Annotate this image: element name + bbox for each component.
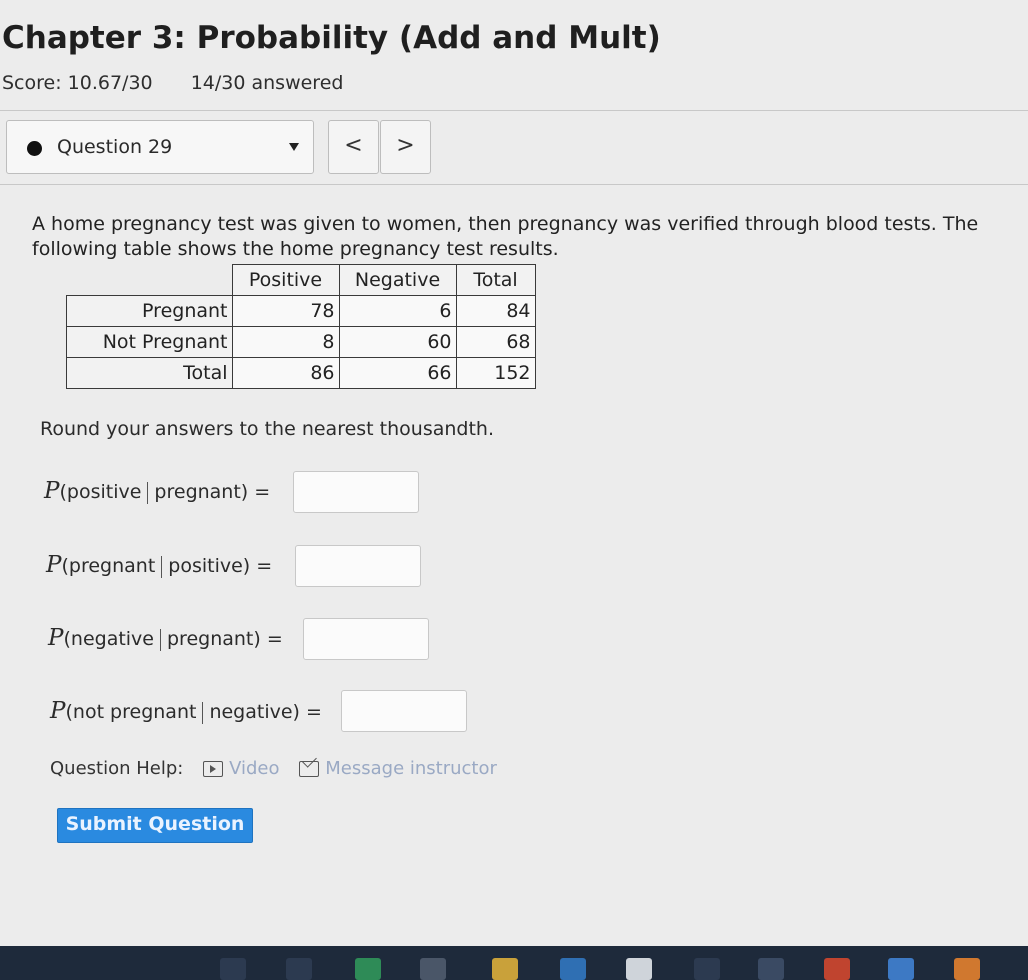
video-icon bbox=[203, 761, 224, 777]
prob-symbol: P bbox=[48, 625, 64, 651]
question-help: Question Help: Video Message instructor bbox=[50, 758, 497, 779]
prob-condition: pregnant) = bbox=[167, 628, 283, 650]
amazon-icon[interactable] bbox=[626, 958, 652, 980]
table-corner bbox=[66, 264, 233, 296]
chrome-icon[interactable] bbox=[355, 958, 381, 980]
video-link[interactable]: Video bbox=[229, 758, 279, 779]
given-bar bbox=[161, 555, 163, 578]
table-row: Total 86 66 152 bbox=[66, 357, 536, 389]
column-header: Total bbox=[455, 264, 536, 296]
given-bar bbox=[147, 481, 149, 504]
prob-symbol: P bbox=[46, 552, 62, 578]
prob-label-3: P(negative pregnant) = bbox=[48, 625, 283, 651]
prob-condition: positive) = bbox=[168, 555, 273, 577]
table-row: Not Pregnant 8 60 68 bbox=[66, 326, 536, 358]
dropbox-icon[interactable] bbox=[758, 958, 784, 980]
table-cell: 84 bbox=[455, 295, 536, 327]
prob-event: (pregnant bbox=[61, 555, 156, 577]
chrome-dev-icon[interactable] bbox=[954, 958, 980, 980]
answered-count: 14/30 answered bbox=[190, 72, 344, 94]
mail-icon[interactable] bbox=[560, 958, 586, 980]
score-text: Score: 10.67/30 bbox=[2, 72, 153, 94]
column-header: Positive bbox=[231, 264, 340, 296]
message-instructor-link[interactable]: Message instructor bbox=[325, 758, 497, 779]
submit-question-button[interactable]: Submit Question bbox=[57, 808, 253, 843]
mail-icon bbox=[299, 761, 320, 777]
page-title: Chapter 3: Probability (Add and Mult) bbox=[2, 20, 661, 56]
prob-condition: pregnant) = bbox=[154, 481, 271, 503]
help-label: Question Help: bbox=[50, 758, 184, 779]
column-header: Negative bbox=[338, 264, 457, 296]
row-label: Not Pregnant bbox=[66, 326, 233, 358]
prob-label-2: P(pregnant positive) = bbox=[46, 552, 272, 578]
next-question-button[interactable]: > bbox=[380, 120, 431, 174]
prob-event: (negative bbox=[63, 628, 154, 650]
given-bar bbox=[202, 701, 204, 724]
table-cell: 68 bbox=[455, 326, 536, 358]
previous-question-button[interactable]: < bbox=[328, 120, 379, 174]
results-table: Positive Negative Total Pregnant 78 6 84… bbox=[66, 264, 536, 389]
task-view-icon[interactable] bbox=[286, 958, 312, 980]
table-row: Pregnant 78 6 84 bbox=[66, 295, 536, 327]
table-cell: 86 bbox=[231, 357, 340, 389]
row-label: Pregnant bbox=[66, 295, 233, 327]
divider bbox=[0, 110, 1028, 111]
question-selector[interactable]: Question 29 bbox=[6, 120, 314, 174]
table-cell: 78 bbox=[231, 295, 340, 327]
table-cell: 6 bbox=[338, 295, 457, 327]
score-row: Score: 10.67/30 14/30 answered bbox=[2, 72, 343, 94]
prob-symbol: P bbox=[44, 478, 60, 504]
answer-input-1[interactable] bbox=[293, 471, 419, 513]
back-icon[interactable] bbox=[694, 958, 720, 980]
given-bar bbox=[160, 628, 161, 651]
table-cell: 152 bbox=[455, 357, 536, 389]
prob-event: (positive bbox=[59, 481, 142, 503]
instruction-text: Round your answers to the nearest thousa… bbox=[40, 418, 494, 440]
question-text: A home pregnancy test was given to women… bbox=[32, 213, 979, 260]
chrome-app-icon[interactable] bbox=[888, 958, 914, 980]
cortana-icon[interactable] bbox=[220, 958, 246, 980]
answer-input-4[interactable] bbox=[341, 690, 467, 732]
divider bbox=[0, 184, 1028, 185]
answer-input-2[interactable] bbox=[295, 545, 421, 587]
store-icon[interactable] bbox=[420, 958, 446, 980]
file-explorer-icon[interactable] bbox=[492, 958, 518, 980]
taskbar bbox=[0, 946, 1028, 980]
table-cell: 60 bbox=[338, 326, 457, 358]
prob-symbol: P bbox=[50, 698, 66, 724]
table-cell: 8 bbox=[231, 326, 340, 358]
table-cell: 66 bbox=[338, 357, 457, 389]
prob-label-4: P(not pregnant negative) = bbox=[50, 698, 322, 724]
office-icon[interactable] bbox=[824, 958, 850, 980]
prob-condition: negative) = bbox=[209, 701, 322, 723]
row-label: Total bbox=[66, 357, 233, 389]
prob-label-1: P(positive pregnant) = bbox=[44, 478, 270, 504]
question-label: Question 29 bbox=[57, 136, 173, 158]
status-dot-icon bbox=[27, 141, 42, 156]
table-header-row: Positive Negative Total bbox=[66, 264, 536, 296]
prob-event: (not pregnant bbox=[65, 701, 197, 723]
answer-input-3[interactable] bbox=[303, 618, 429, 660]
dropdown-caret-icon bbox=[289, 143, 299, 151]
